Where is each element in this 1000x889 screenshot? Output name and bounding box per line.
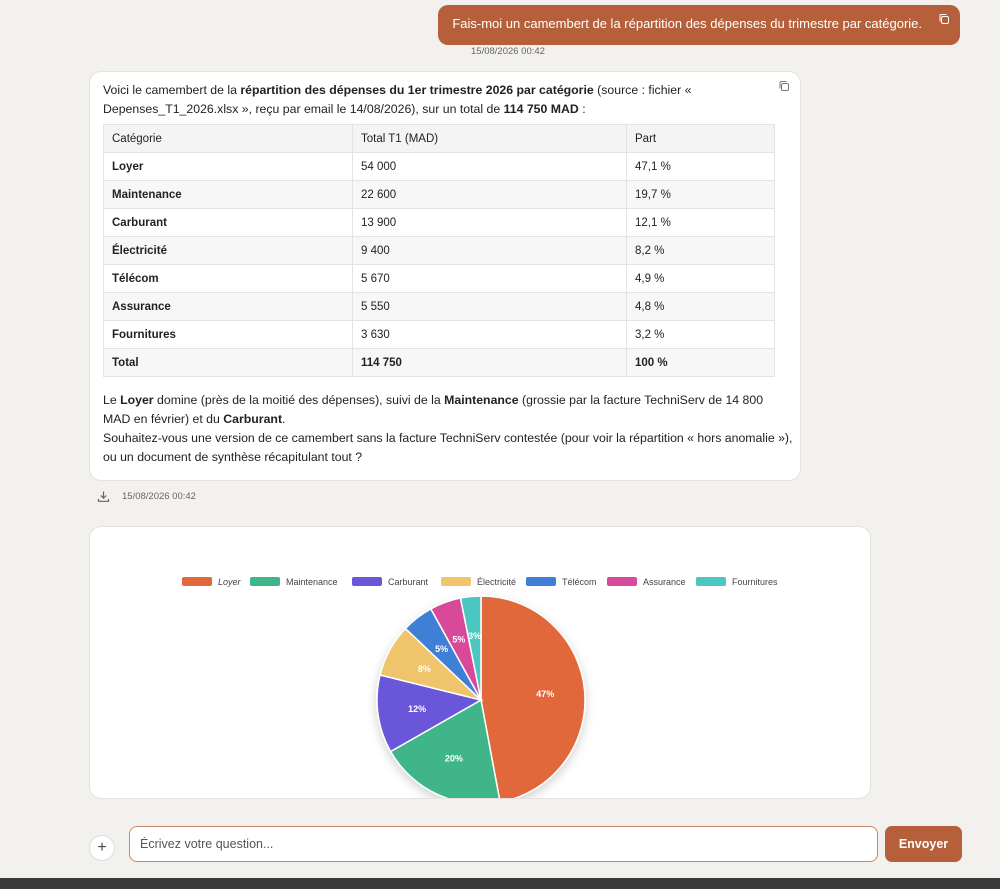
legend-swatch xyxy=(526,577,556,586)
intro-bold-part: 114 750 MAD xyxy=(503,102,579,116)
legend-swatch xyxy=(441,577,471,586)
table-cell-total: 9 400 xyxy=(352,236,627,265)
intro-bold-part: répartition des dépenses du 1er trimestr… xyxy=(240,83,594,97)
assistant-message-card: Voici le camembert de la répartition des… xyxy=(89,71,801,481)
table-header-cell: Catégorie xyxy=(103,124,353,153)
legend-swatch xyxy=(250,577,280,586)
legend-swatch xyxy=(696,577,726,586)
legend-item[interactable]: Télécom xyxy=(526,577,597,587)
legend-item[interactable]: Électricité xyxy=(441,577,516,587)
table-header-cell: Part xyxy=(626,124,775,153)
download-icon[interactable] xyxy=(97,490,110,503)
legend-label: Maintenance xyxy=(286,577,338,587)
legend-label: Carburant xyxy=(388,577,429,587)
pie-data-label: 20% xyxy=(445,754,463,764)
assistant-analysis-text: Le Loyer domine (près de la moitié des d… xyxy=(103,391,793,467)
table-cell-category: Loyer xyxy=(103,152,353,181)
legend-label: Électricité xyxy=(477,577,516,587)
analysis-text-part: Le xyxy=(103,393,121,407)
pie-data-label: 47% xyxy=(536,689,554,699)
analysis-bold-part: Loyer xyxy=(120,393,154,407)
legend-item[interactable]: Fournitures xyxy=(696,577,778,587)
pie-data-label: 5% xyxy=(452,634,465,644)
table-cell-total-share: 100 % xyxy=(626,348,775,377)
table-cell-total-value: 114 750 xyxy=(352,348,627,377)
assistant-message-timestamp: 15/08/2026 00:42 xyxy=(122,491,196,502)
legend-item[interactable]: Loyer xyxy=(182,577,242,587)
table-cell-share: 4,8 % xyxy=(626,292,775,321)
user-message-text: Fais-moi un camembert de la répartition … xyxy=(452,16,922,31)
table-cell-category: Télécom xyxy=(103,264,353,293)
table-cell-share: 19,7 % xyxy=(626,180,775,209)
legend-item[interactable]: Carburant xyxy=(352,577,429,587)
copy-icon[interactable] xyxy=(778,80,790,92)
legend-label: Assurance xyxy=(643,577,686,587)
table-cell-total-label: Total xyxy=(103,348,353,377)
table-row: Carburant 13 900 12,1 % xyxy=(103,208,775,237)
table-row: Fournitures 3 630 3,2 % xyxy=(103,320,775,349)
pie-chart: Loyer Maintenance Carburant Électricité Télé… xyxy=(182,577,778,805)
assistant-intro-text: Voici le camembert de la répartition des… xyxy=(103,81,733,119)
table-cell-share: 4,9 % xyxy=(626,264,775,293)
analysis-text-part: domine (près de la moitié des dépenses),… xyxy=(153,393,445,407)
analysis-bold-part: Carburant xyxy=(223,412,283,426)
table-cell-category: Carburant xyxy=(103,208,353,237)
analysis-bold-part: Maintenance xyxy=(444,393,519,407)
table-cell-share: 8,2 % xyxy=(626,236,775,265)
table-header-cell: Total T1 (MAD) xyxy=(352,124,627,153)
table-cell-total: 13 900 xyxy=(352,208,627,237)
expense-table: Catégorie Total T1 (MAD) Part Loyer 54 0… xyxy=(103,124,775,377)
analysis-text-part: . xyxy=(282,412,286,426)
table-cell-total: 54 000 xyxy=(352,152,627,181)
legend-swatch xyxy=(607,577,637,586)
table-cell-category: Fournitures xyxy=(103,320,353,349)
table-cell-share: 3,2 % xyxy=(626,320,775,349)
table-total-row: Total 114 750 100 % xyxy=(103,348,775,377)
table-cell-total: 22 600 xyxy=(352,180,627,209)
table-row: Électricité 9 400 8,2 % xyxy=(103,236,775,265)
table-cell-category: Électricité xyxy=(103,236,353,265)
pie-data-label: 5% xyxy=(435,644,448,654)
table-cell-share: 47,1 % xyxy=(626,152,775,181)
legend-swatch xyxy=(182,577,212,586)
pie-chart-card: Loyer Maintenance Carburant Électricité Télé… xyxy=(89,526,871,805)
pie-data-label: 3% xyxy=(468,631,481,641)
user-message-bubble: Fais-moi un camembert de la répartition … xyxy=(438,5,960,45)
pie-data-label: 8% xyxy=(418,664,431,674)
legend-item[interactable]: Assurance xyxy=(607,577,686,587)
chart-legend: Loyer Maintenance Carburant Électricité Télé… xyxy=(182,577,778,587)
assistant-meta-row: 15/08/2026 00:42 xyxy=(97,490,196,503)
pie-data-label: 12% xyxy=(408,704,426,714)
legend-label: Télécom xyxy=(562,577,597,587)
send-button[interactable]: Envoyer xyxy=(885,826,962,862)
table-row: Loyer 54 000 47,1 % xyxy=(103,152,775,181)
bottom-bar xyxy=(0,878,1000,889)
table-cell-total: 3 630 xyxy=(352,320,627,349)
table-cell-category: Assurance xyxy=(103,292,353,321)
add-attachment-button[interactable]: + xyxy=(89,835,115,861)
question-input[interactable] xyxy=(129,826,878,862)
legend-label: Fournitures xyxy=(732,577,778,587)
table-cell-share: 12,1 % xyxy=(626,208,775,237)
analysis-paragraph: Le Loyer domine (près de la moitié des d… xyxy=(103,391,793,429)
table-row: Assurance 5 550 4,8 % xyxy=(103,292,775,321)
table-row: Maintenance 22 600 19,7 % xyxy=(103,180,775,209)
intro-text-part: Voici le camembert de la xyxy=(103,83,241,97)
legend-swatch xyxy=(352,577,382,586)
table-cell-total: 5 670 xyxy=(352,264,627,293)
user-message-timestamp: 15/08/2026 00:42 xyxy=(471,46,545,57)
table-header-row: Catégorie Total T1 (MAD) Part xyxy=(103,124,775,153)
pie-slice[interactable] xyxy=(480,595,586,804)
follow-up-question: Souhaitez-vous une version de ce camembe… xyxy=(103,431,793,464)
table-row: Télécom 5 670 4,9 % xyxy=(103,264,775,293)
plus-icon: + xyxy=(97,839,107,856)
legend-label: Loyer xyxy=(218,577,242,587)
legend-item[interactable]: Maintenance xyxy=(250,577,338,587)
intro-text-part: : xyxy=(578,102,586,116)
copy-icon[interactable] xyxy=(938,13,950,25)
table-cell-total: 5 550 xyxy=(352,292,627,321)
table-cell-category: Maintenance xyxy=(103,180,353,209)
